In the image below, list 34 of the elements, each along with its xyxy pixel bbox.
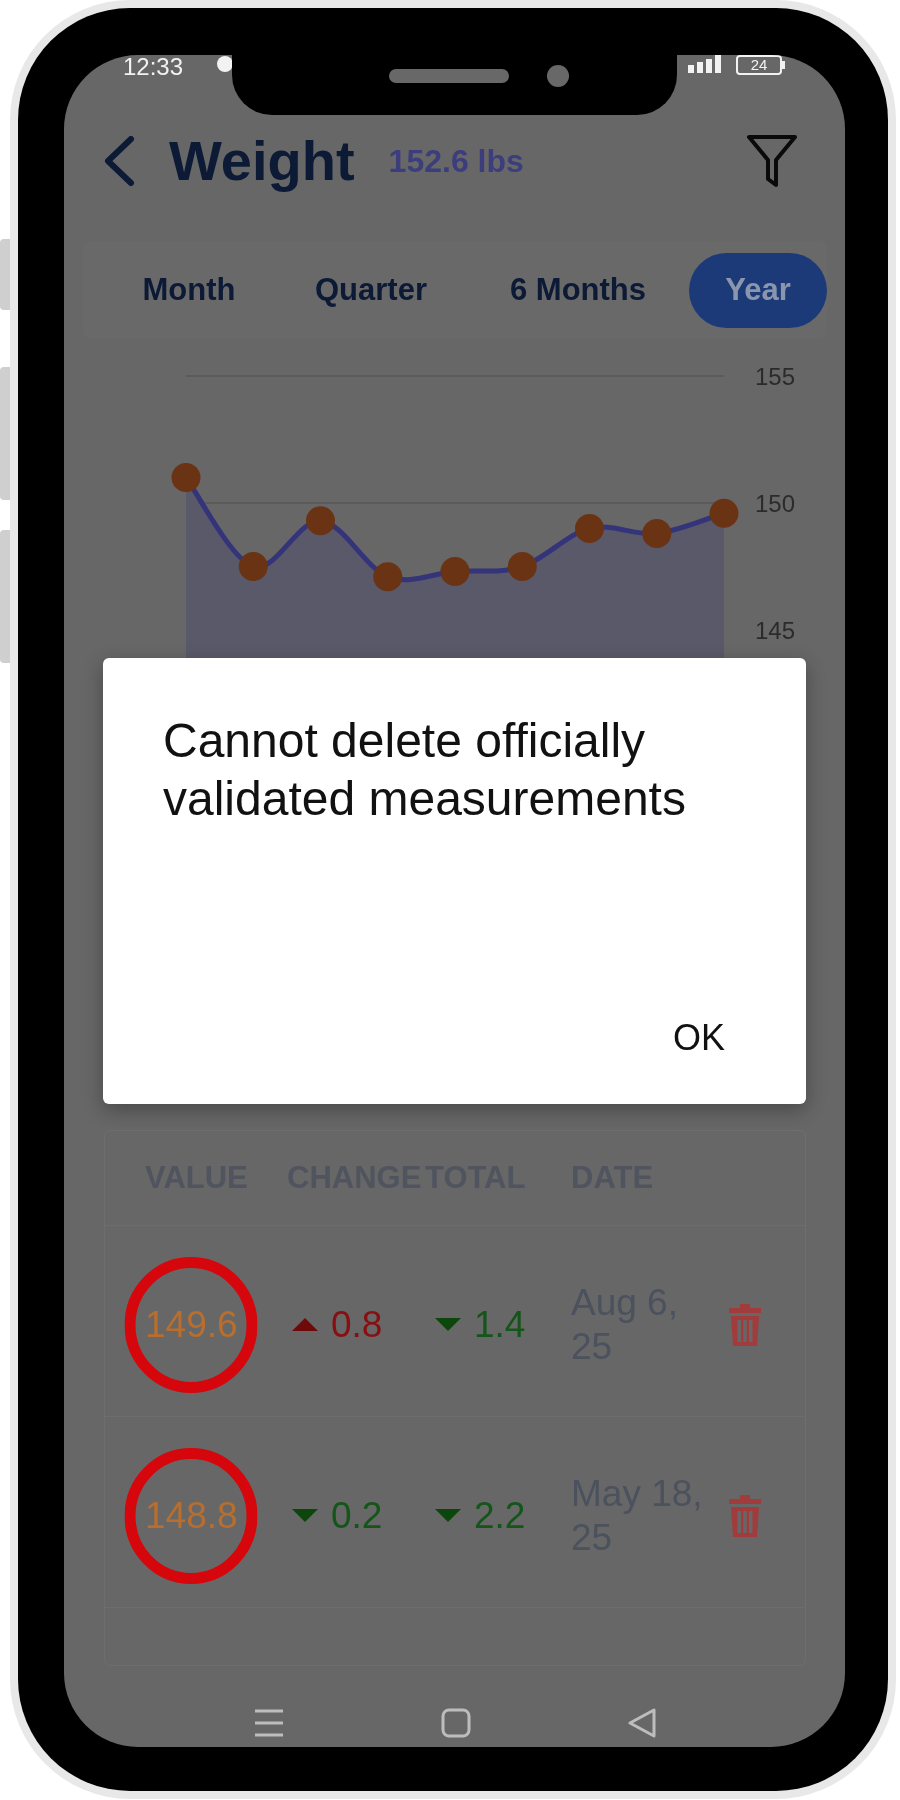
data-point xyxy=(575,513,604,543)
chevron-left-icon[interactable] xyxy=(103,136,135,186)
data-point xyxy=(306,506,335,536)
weight-value: 148.8 xyxy=(145,1493,238,1538)
dialog-message: Cannot delete officially validated measurements xyxy=(163,713,687,827)
menu-icon[interactable] xyxy=(254,1709,284,1737)
data-point xyxy=(171,463,201,493)
left-triangle-icon[interactable] xyxy=(627,1708,657,1738)
data-point xyxy=(507,552,537,581)
data-point xyxy=(440,557,470,587)
total-value: 1.4 xyxy=(474,1302,526,1347)
filter-icon[interactable] xyxy=(746,133,798,189)
data-point xyxy=(238,552,268,581)
rounded-square-icon[interactable] xyxy=(441,1708,471,1738)
battery-indicator: 24 xyxy=(736,55,785,75)
data-point xyxy=(642,519,672,548)
period-tab[interactable]: Quarter xyxy=(298,252,444,328)
axis-label: 150 xyxy=(755,489,796,517)
data-point xyxy=(709,498,739,528)
period-tab[interactable]: Year xyxy=(689,252,827,328)
signal-bars-icon xyxy=(688,55,722,73)
data-point xyxy=(373,562,403,592)
change-value: 0.8 xyxy=(331,1302,383,1347)
period-tab[interactable]: Month xyxy=(116,252,262,328)
total-value: 2.2 xyxy=(474,1493,526,1538)
period-tab[interactable]: 6 Months xyxy=(488,252,668,328)
status-time: 12:33 xyxy=(123,55,184,79)
axis-label: 155 xyxy=(755,362,796,390)
speaker-slot-icon xyxy=(389,69,509,83)
status-circle-icon xyxy=(217,56,234,72)
axis-label: 145 xyxy=(755,616,796,644)
dialog-button[interactable]: OK xyxy=(657,1010,741,1066)
change-value: 0.2 xyxy=(331,1493,383,1538)
weight-value: 149.6 xyxy=(145,1302,238,1347)
